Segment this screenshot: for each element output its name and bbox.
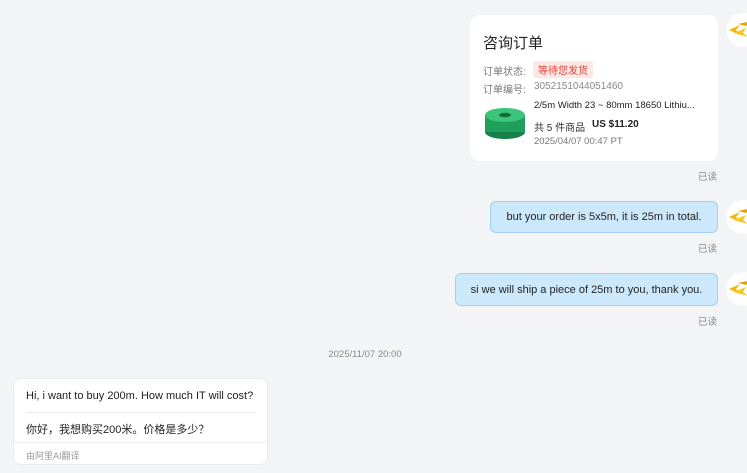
message-text: si we will ship a piece of 25m to you, t…	[470, 283, 703, 296]
product-quantity: 共 5 件商品	[534, 123, 586, 134]
order-card-title: 咨询订单	[483, 35, 544, 52]
translated-by-note: 由阿里AI翻译	[26, 451, 80, 461]
message-original-text: Hi, i want to buy 200m. How much IT will…	[26, 390, 254, 402]
order-status-badge: 等待您发货	[533, 61, 593, 78]
read-receipt: 已读	[698, 172, 718, 183]
sent-message[interactable]: si we will ship a piece of 25m to you, t…	[455, 273, 718, 306]
product-price: US $11.20	[592, 119, 639, 130]
message-timestamp: 2025/11/07 20:00	[328, 349, 402, 360]
message-text: but your order is 5x5m, it is 25m in tot…	[506, 211, 702, 223]
product-thumbnail[interactable]	[483, 103, 527, 141]
order-status-label: 订单状态:	[483, 67, 526, 78]
sent-message[interactable]: but your order is 5x5m, it is 25m in tot…	[490, 201, 718, 233]
read-receipt: 已读	[698, 317, 718, 328]
divider	[14, 442, 267, 443]
avatar[interactable]	[726, 13, 747, 47]
avatar[interactable]	[726, 272, 747, 306]
order-inquiry-card[interactable]: 咨询订单 订单状态: 等待您发货 订单编号: 3052151044051460 …	[470, 15, 718, 161]
product-name[interactable]: 2/5m Width 23 ~ 80mm 18650 Lithiu...	[534, 100, 704, 111]
received-message[interactable]: Hi, i want to buy 200m. How much IT will…	[13, 378, 268, 465]
order-date: 2025/04/07 00:47 PT	[534, 136, 623, 147]
divider	[26, 412, 256, 413]
order-number[interactable]: 3052151044051460	[534, 81, 623, 92]
order-number-label: 订单编号:	[483, 85, 526, 96]
message-translation-text: 你好，我想购买200米。价格是多少？	[26, 424, 210, 436]
read-receipt: 已读	[698, 244, 718, 255]
avatar[interactable]	[726, 200, 747, 234]
